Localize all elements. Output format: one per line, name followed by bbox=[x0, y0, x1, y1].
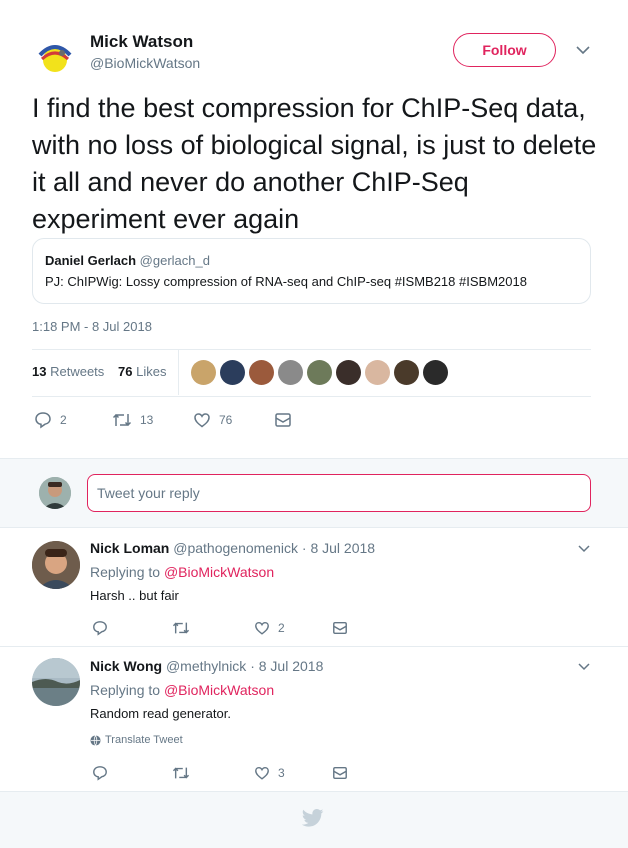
author-handle[interactable]: @BioMickWatson bbox=[90, 55, 200, 71]
retweet-icon bbox=[172, 765, 190, 781]
current-user-avatar[interactable] bbox=[39, 477, 71, 509]
quote-author-name: Daniel Gerlach bbox=[45, 253, 137, 268]
reply-icon bbox=[92, 765, 108, 781]
retweets-stat[interactable]: 13 Retweets bbox=[32, 364, 104, 379]
globe-icon bbox=[90, 734, 101, 746]
divider bbox=[32, 396, 591, 397]
author-avatar[interactable] bbox=[32, 33, 78, 79]
liker-avatar[interactable] bbox=[249, 360, 274, 385]
dm-icon bbox=[274, 411, 292, 429]
tweet-text: I find the best compression for ChIP-Seq… bbox=[32, 93, 597, 234]
translate-tweet[interactable]: Translate Tweet bbox=[90, 734, 183, 746]
replying-to: Replying to @BioMickWatson bbox=[90, 682, 274, 698]
replying-to-label: Replying to bbox=[90, 682, 161, 698]
reply-icon bbox=[92, 620, 108, 636]
like-action[interactable]: 2 bbox=[254, 620, 285, 636]
liker-avatar[interactable] bbox=[278, 360, 303, 385]
liker-avatar[interactable] bbox=[394, 360, 419, 385]
like-count: 2 bbox=[278, 621, 285, 635]
twitter-bird-icon bbox=[302, 809, 324, 827]
author-name[interactable]: Mick Watson bbox=[90, 32, 193, 52]
dm-action[interactable] bbox=[332, 765, 348, 781]
divider bbox=[32, 349, 591, 350]
retweets-label: Retweets bbox=[50, 364, 105, 379]
dm-action[interactable] bbox=[332, 620, 348, 636]
quoted-tweet[interactable]: Daniel Gerlach @gerlach_d PJ: ChIPWig: L… bbox=[32, 238, 591, 304]
liker-avatar[interactable] bbox=[336, 360, 361, 385]
reply-date[interactable]: · 8 Jul 2018 bbox=[302, 540, 375, 556]
liker-avatar[interactable] bbox=[307, 360, 332, 385]
reply-action[interactable]: 2 bbox=[34, 411, 67, 429]
reply-header: Nick Wong @methylnick · 8 Jul 2018 bbox=[90, 658, 323, 674]
replying-to-link[interactable]: @BioMickWatson bbox=[164, 564, 274, 580]
reply-count: 2 bbox=[60, 413, 67, 427]
retweet-count: 13 bbox=[140, 413, 154, 427]
reply-author-name[interactable]: Nick Wong bbox=[90, 658, 162, 674]
quote-author-handle: @gerlach_d bbox=[139, 253, 210, 268]
divider bbox=[0, 646, 628, 647]
likes-count: 76 bbox=[118, 364, 133, 379]
tweet-timestamp[interactable]: 1:18 PM - 8 Jul 2018 bbox=[32, 319, 152, 334]
likes-stat[interactable]: 76 Likes bbox=[118, 364, 166, 379]
reply-author-handle[interactable]: @methylnick bbox=[166, 658, 246, 674]
retweet-action[interactable]: 13 bbox=[112, 411, 153, 429]
reply-date[interactable]: · 8 Jul 2018 bbox=[250, 658, 323, 674]
reply-text: Random read generator. bbox=[90, 706, 231, 721]
heart-icon bbox=[254, 620, 270, 636]
chevron-down-icon[interactable] bbox=[578, 544, 590, 553]
stats-separator bbox=[178, 350, 179, 395]
chevron-down-icon[interactable] bbox=[578, 662, 590, 671]
heart-icon bbox=[254, 765, 270, 781]
liker-avatar[interactable] bbox=[423, 360, 448, 385]
like-count: 76 bbox=[219, 413, 233, 427]
like-count: 3 bbox=[278, 766, 285, 780]
replying-to: Replying to @BioMickWatson bbox=[90, 564, 274, 580]
reply-action[interactable] bbox=[92, 765, 108, 781]
quote-text: PJ: ChIPWig: Lossy compression of RNA-se… bbox=[45, 274, 527, 289]
replying-to-label: Replying to bbox=[90, 564, 161, 580]
retweets-count: 13 bbox=[32, 364, 47, 379]
dm-action[interactable] bbox=[274, 411, 292, 429]
translate-label: Translate Tweet bbox=[105, 734, 183, 746]
retweet-icon bbox=[112, 411, 132, 429]
dm-icon bbox=[332, 765, 348, 781]
retweet-icon bbox=[172, 620, 190, 636]
reply-author-name[interactable]: Nick Loman bbox=[90, 540, 169, 556]
liker-avatar[interactable] bbox=[220, 360, 245, 385]
reply-header: Nick Loman @pathogenomenick · 8 Jul 2018 bbox=[90, 540, 375, 556]
retweet-action[interactable] bbox=[172, 765, 190, 781]
dm-icon bbox=[332, 620, 348, 636]
likers-avatars bbox=[191, 360, 451, 386]
reply-author-avatar[interactable] bbox=[32, 658, 80, 706]
follow-button[interactable]: Follow bbox=[453, 33, 556, 67]
liker-avatar[interactable] bbox=[191, 360, 216, 385]
replying-to-link[interactable]: @BioMickWatson bbox=[164, 682, 274, 698]
reply-action[interactable] bbox=[92, 620, 108, 636]
reply-icon bbox=[34, 411, 52, 429]
reply-author-avatar[interactable] bbox=[32, 541, 80, 589]
reply-author-handle[interactable]: @pathogenomenick bbox=[173, 540, 298, 556]
retweet-action[interactable] bbox=[172, 620, 190, 636]
chevron-down-icon[interactable] bbox=[576, 45, 590, 55]
reply-text: Harsh .. but fair bbox=[90, 588, 179, 603]
liker-avatar[interactable] bbox=[365, 360, 390, 385]
like-action[interactable]: 76 bbox=[193, 411, 232, 429]
like-action[interactable]: 3 bbox=[254, 765, 285, 781]
likes-label: Likes bbox=[136, 364, 167, 379]
reply-input[interactable]: Tweet your reply bbox=[87, 474, 591, 512]
heart-icon bbox=[193, 411, 211, 429]
